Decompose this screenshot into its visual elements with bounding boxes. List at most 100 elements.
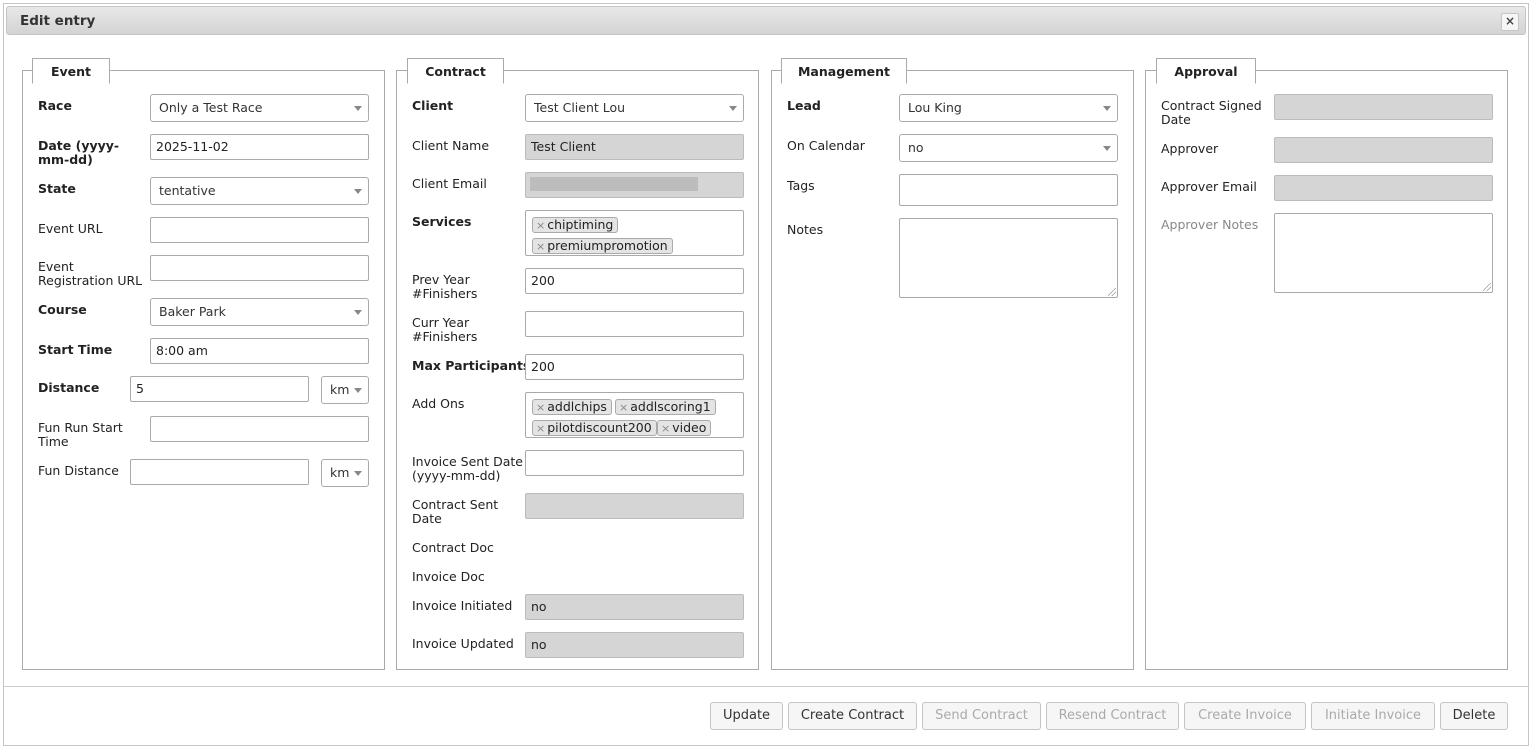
remove-icon[interactable]: × (536, 401, 545, 414)
invoice-initiated-input: no (525, 594, 744, 620)
notes-textarea[interactable] (899, 218, 1118, 298)
client-email-input (525, 172, 744, 198)
service-tag-chiptiming[interactable]: × chiptiming (532, 217, 619, 233)
chevron-down-icon (354, 471, 362, 476)
dialog-title: Edit entry (20, 13, 96, 29)
course-value: Baker Park (159, 304, 226, 319)
contract-signed-date-input (1274, 94, 1493, 120)
fun-distance-unit-value: km (330, 465, 350, 480)
invoice-doc-label: Invoice Doc (412, 569, 485, 584)
invoice-initiated-label: Invoice Initiated (412, 598, 513, 613)
remove-icon[interactable]: × (619, 401, 628, 414)
close-icon[interactable]: × (1501, 13, 1519, 31)
approver-notes-label: Approver Notes (1161, 217, 1259, 232)
notes-label: Notes (787, 222, 824, 237)
contract-legend: Contract (407, 58, 504, 84)
chevron-down-icon (354, 388, 362, 393)
dialog-titlebar[interactable]: Edit entry × (6, 6, 1526, 35)
send-contract-button[interactable]: Send Contract (922, 702, 1041, 730)
event-registration-url-label: Event Registration URL (38, 259, 143, 288)
approver-notes-textarea[interactable] (1274, 213, 1493, 293)
date-input[interactable]: 2025-11-02 (150, 134, 369, 160)
resize-grip-icon[interactable] (1108, 288, 1116, 296)
service-tag-premiumpromotion[interactable]: × premiumpromotion (532, 238, 673, 254)
chevron-down-icon (729, 106, 737, 111)
start-time-input[interactable]: 8:00 am (150, 338, 369, 364)
on-calendar-label: On Calendar (787, 138, 865, 153)
remove-icon[interactable]: × (536, 422, 545, 435)
event-url-input[interactable] (150, 217, 369, 243)
chevron-down-icon (1103, 146, 1111, 151)
prev-year-finishers-input[interactable]: 200 (525, 268, 744, 294)
course-label: Course (38, 302, 87, 317)
contract-fieldset: Contract Client Test Client Lou Client N… (396, 58, 759, 670)
distance-unit-value: km (330, 382, 350, 397)
addon-tag-video[interactable]: × video (657, 420, 712, 436)
approver-input (1274, 137, 1493, 163)
fun-distance-input[interactable] (130, 459, 309, 485)
services-multiselect[interactable]: × chiptiming × premiumpromotion (525, 210, 744, 256)
lead-label: Lead (787, 98, 821, 113)
curr-year-finishers-label: Curr Year #Finishers (412, 315, 478, 344)
date-label: Date (yyyy-mm-dd) (38, 138, 120, 167)
invoice-updated-input: no (525, 632, 744, 658)
contract-sent-date-input (525, 493, 744, 519)
invoice-sent-date-input[interactable] (525, 450, 744, 476)
remove-icon[interactable]: × (536, 219, 545, 232)
lead-select[interactable]: Lou King (899, 94, 1118, 122)
race-value: Only a Test Race (159, 100, 263, 115)
add-ons-multiselect[interactable]: × addlchips × addlscoring1 × pilotdiscount2… (525, 392, 744, 438)
remove-icon[interactable]: × (661, 422, 670, 435)
chevron-down-icon (354, 310, 362, 315)
fun-run-start-time-input[interactable] (150, 416, 369, 442)
management-fieldset: Management Lead Lou King On Calendar no … (771, 58, 1134, 670)
event-fieldset: Event Race Only a Test Race Date (yyyy-m… (22, 58, 385, 670)
addon-tag-addlscoring1[interactable]: × addlscoring1 (615, 399, 716, 415)
delete-button[interactable]: Delete (1440, 702, 1508, 730)
race-label: Race (38, 98, 72, 113)
distance-unit-select[interactable]: km (321, 376, 369, 404)
event-registration-url-input[interactable] (150, 255, 369, 281)
remove-icon[interactable]: × (536, 240, 545, 253)
create-contract-button[interactable]: Create Contract (788, 702, 917, 730)
client-label: Client (412, 98, 454, 113)
client-email-label: Client Email (412, 176, 487, 191)
client-select[interactable]: Test Client Lou (525, 94, 744, 122)
fun-distance-unit-select[interactable]: km (321, 459, 369, 487)
approver-email-input (1274, 175, 1493, 201)
update-button[interactable]: Update (710, 702, 783, 730)
contract-signed-date-label: Contract Signed Date (1161, 98, 1262, 127)
curr-year-finishers-input[interactable] (525, 311, 744, 337)
create-invoice-button[interactable]: Create Invoice (1184, 702, 1306, 730)
course-select[interactable]: Baker Park (150, 298, 369, 326)
client-value: Test Client Lou (534, 100, 626, 115)
resize-grip-icon[interactable] (1483, 283, 1491, 291)
distance-input[interactable]: 5 (130, 376, 309, 402)
button-pane-divider (3, 686, 1529, 687)
state-label: State (38, 181, 76, 196)
on-calendar-select[interactable]: no (899, 134, 1118, 162)
tags-input[interactable] (899, 174, 1118, 206)
management-legend: Management (781, 58, 907, 84)
redacted-email (530, 177, 698, 191)
tags-label: Tags (787, 178, 815, 193)
contract-doc-label: Contract Doc (412, 540, 494, 555)
addon-tag-addlchips[interactable]: × addlchips (532, 399, 612, 415)
chevron-down-icon (354, 106, 362, 111)
event-legend: Event (32, 58, 110, 84)
max-participants-label: Max Participants (412, 358, 531, 373)
start-time-label: Start Time (38, 342, 113, 357)
max-participants-input[interactable]: 200 (525, 354, 744, 380)
race-select[interactable]: Only a Test Race (150, 94, 369, 122)
initiate-invoice-button[interactable]: Initiate Invoice (1311, 702, 1435, 730)
fun-distance-label: Fun Distance (38, 463, 119, 478)
approver-label: Approver (1161, 141, 1219, 156)
state-select[interactable]: tentative (150, 177, 369, 205)
lead-value: Lou King (908, 100, 962, 115)
event-url-label: Event URL (38, 221, 103, 236)
chevron-down-icon (1103, 106, 1111, 111)
resend-contract-button[interactable]: Resend Contract (1046, 702, 1179, 730)
approval-fieldset: Approval Contract Signed Date Approver A… (1145, 58, 1508, 670)
addon-tag-pilotdiscount200[interactable]: × pilotdiscount200 (532, 420, 657, 436)
add-ons-label: Add Ons (412, 396, 465, 411)
